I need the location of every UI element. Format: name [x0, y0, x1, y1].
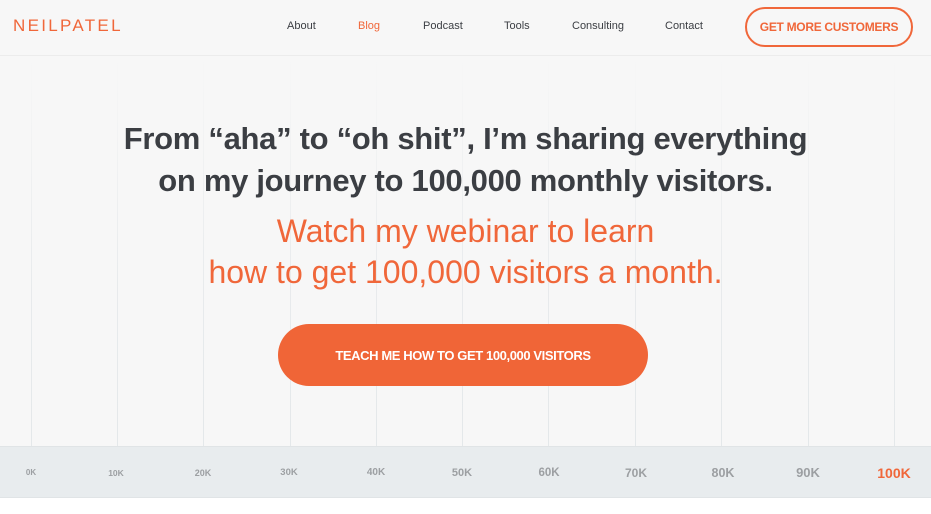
- tick-70k: 70K: [624, 466, 648, 480]
- nav-contact[interactable]: Contact: [665, 20, 703, 32]
- visitor-scale-bar: 0K 10K 20K 30K 40K 50K 60K 70K 80K 90K 1…: [0, 446, 931, 498]
- hero-subtitle-line-1: Watch my webinar to learn: [276, 213, 655, 249]
- site-logo[interactable]: NEILPATEL: [13, 16, 123, 36]
- tick-100k: 100K: [877, 465, 911, 481]
- nav-tools[interactable]: Tools: [504, 20, 530, 32]
- hero-title-line-2: on my journey to 100,000 monthly visitor…: [158, 163, 773, 198]
- tick-60k: 60K: [538, 467, 560, 479]
- hero-title: From “aha” to “oh shit”, I’m sharing eve…: [0, 118, 931, 202]
- tick-40k: 40K: [366, 467, 386, 478]
- tick-30k: 30K: [280, 467, 298, 478]
- hero-title-line-1: From “aha” to “oh shit”, I’m sharing eve…: [123, 121, 808, 156]
- tick-20k: 20K: [194, 468, 212, 478]
- nav-about[interactable]: About: [287, 20, 316, 32]
- tick-90k: 90K: [796, 465, 820, 480]
- page-below-fold: [0, 498, 931, 514]
- hero-subtitle-line-2: how to get 100,000 visitors a month.: [208, 254, 723, 290]
- teach-me-button[interactable]: TEACH ME HOW TO GET 100,000 VISITORS: [278, 324, 648, 386]
- site-header: NEILPATEL About Blog Podcast Tools Consu…: [0, 0, 931, 56]
- tick-0k: 0K: [25, 468, 37, 477]
- get-more-customers-button[interactable]: GET MORE CUSTOMERS: [745, 7, 913, 47]
- tick-50k: 50K: [451, 467, 473, 479]
- tick-10k: 10K: [108, 468, 124, 478]
- nav-podcast[interactable]: Podcast: [423, 20, 463, 32]
- nav-blog[interactable]: Blog: [358, 20, 380, 32]
- hero-subtitle: Watch my webinar to learn how to get 100…: [0, 211, 931, 293]
- nav-consulting[interactable]: Consulting: [572, 20, 624, 32]
- tick-80k: 80K: [711, 466, 735, 480]
